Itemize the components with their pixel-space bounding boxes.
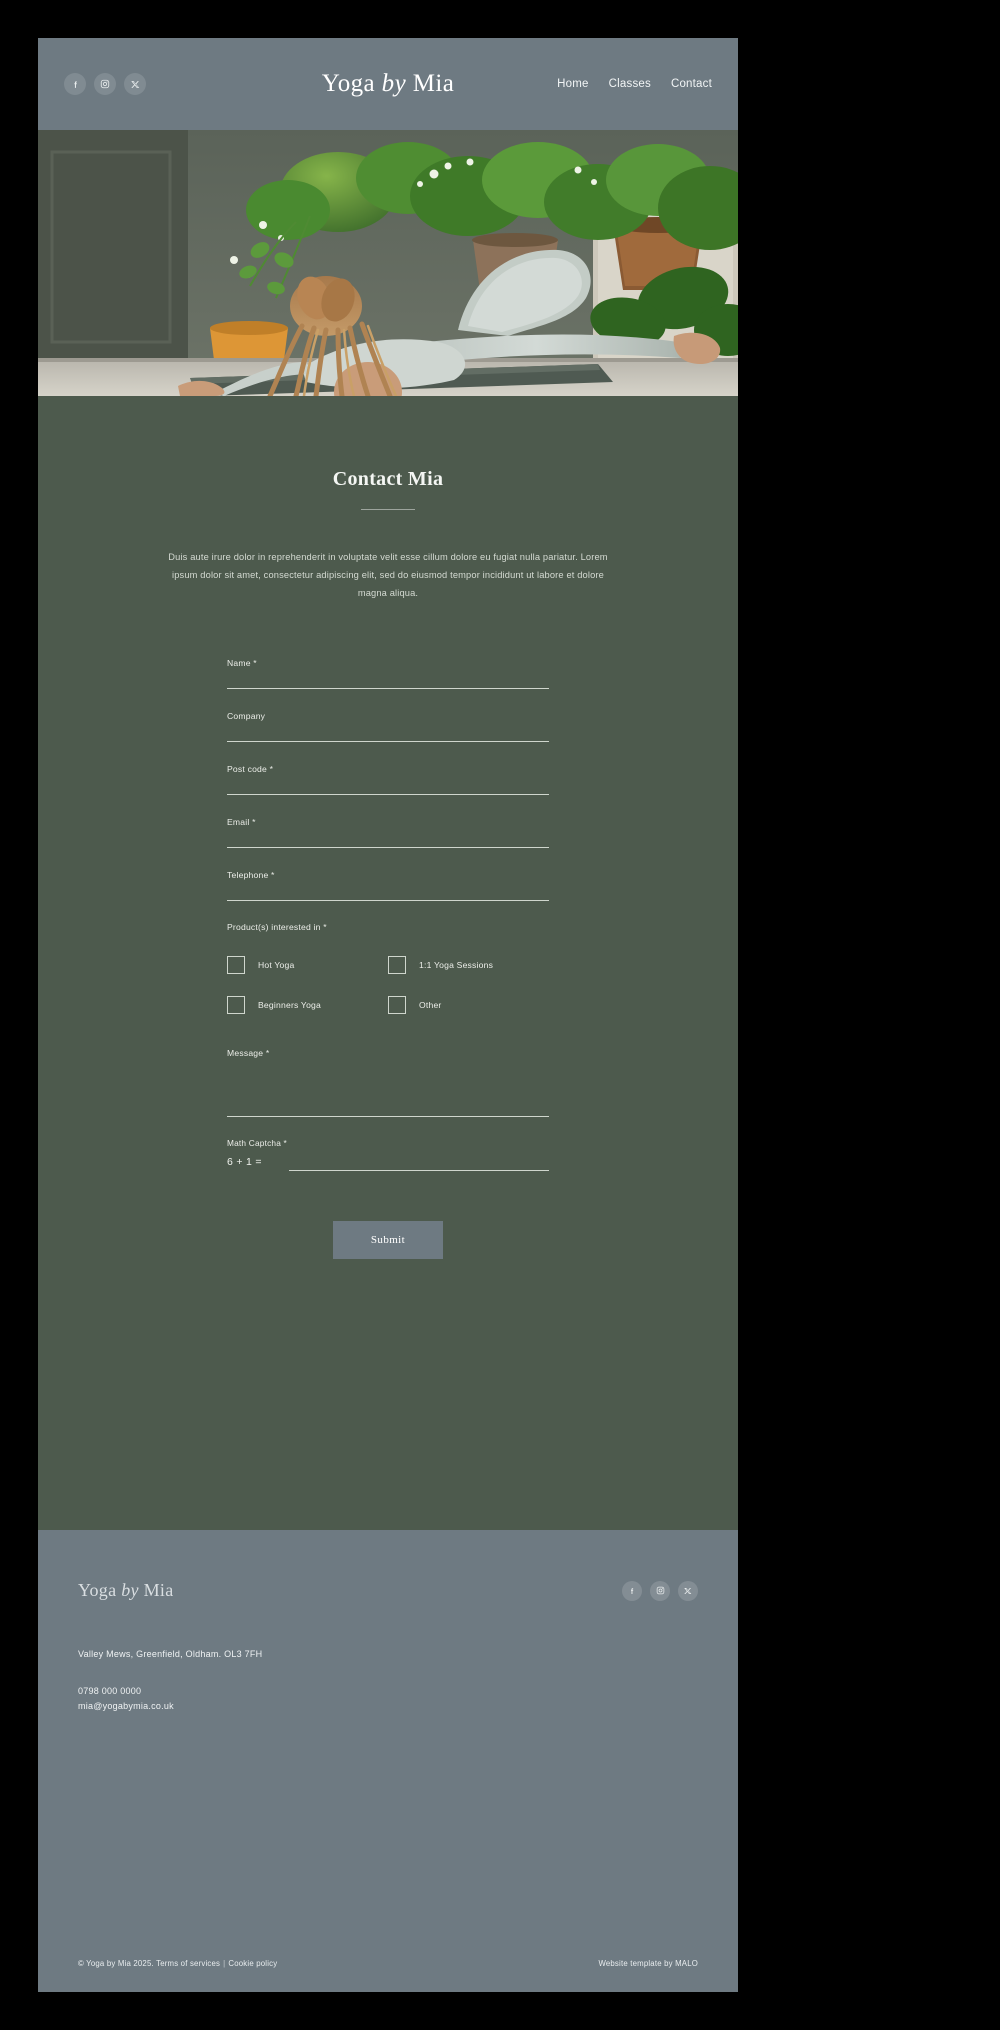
checkbox-box-one-to-one[interactable] — [388, 956, 406, 975]
nav-item-home[interactable]: Home — [557, 78, 588, 90]
checkbox-other[interactable]: Other — [388, 996, 549, 1015]
field-underline-email[interactable] — [227, 847, 549, 849]
footer-phone[interactable]: 0798 000 0000 — [78, 1684, 698, 1699]
main-navigation: Home Classes Contact — [557, 78, 712, 90]
footer-brand: Yoga by Mia — [78, 1580, 174, 1601]
footer-credit[interactable]: Website template by MALO — [598, 1959, 698, 1968]
contact-form: Name * Company Post code * Email * Telep — [227, 658, 549, 1260]
footer-email[interactable]: mia@yogabymia.co.uk — [78, 1699, 698, 1714]
footer-address: Valley Mews, Greenfield, Oldham. OL3 7FH — [78, 1649, 263, 1659]
footer-legal: © Yoga by Mia 2025. Terms of services | Co… — [78, 1959, 277, 1968]
footer-brand-word-1: Yoga — [78, 1580, 117, 1600]
captcha-input-underline[interactable] — [289, 1170, 549, 1172]
field-telephone: Telephone * — [227, 870, 549, 902]
field-label-message: Message * — [227, 1048, 270, 1059]
brand-word-italic: by — [381, 70, 407, 97]
field-label-email: Email * — [227, 817, 256, 828]
checkbox-box-other[interactable] — [388, 996, 406, 1015]
field-label-company: Company — [227, 711, 266, 722]
products-group-label: Product(s) interested in * — [227, 922, 327, 933]
checkbox-label-one-to-one: 1:1 Yoga Sessions — [419, 960, 494, 971]
checkbox-label-beginners-yoga: Beginners Yoga — [258, 1000, 322, 1011]
facebook-icon[interactable] — [64, 73, 86, 95]
footer-copyright-terms[interactable]: © Yoga by Mia 2025. Terms of services — [78, 1959, 220, 1968]
footer-top-row: Yoga by Mia — [38, 1530, 738, 1601]
field-label-captcha: Math Captcha * — [227, 1138, 287, 1149]
field-email: Email * — [227, 817, 549, 849]
submit-container: Submit — [227, 1221, 549, 1260]
hero-image — [38, 130, 738, 396]
field-label-telephone: Telephone * — [227, 870, 275, 881]
field-company: Company — [227, 711, 549, 743]
footer-cookie-policy[interactable]: Cookie policy — [228, 1959, 277, 1968]
field-underline-postcode[interactable] — [227, 794, 549, 796]
x-twitter-icon[interactable] — [124, 73, 146, 95]
field-name: Name * — [227, 658, 549, 690]
facebook-icon[interactable] — [622, 1580, 642, 1601]
footer-separator: | — [223, 1959, 226, 1968]
field-underline-message[interactable] — [227, 1116, 549, 1118]
site-header: Yoga by Mia Home Classes Contact — [38, 38, 738, 130]
brand-word-2: Mia — [412, 70, 455, 97]
checkbox-label-other: Other — [419, 1000, 442, 1011]
products-group: Product(s) interested in * Hot Yoga 1:1 … — [227, 922, 549, 1015]
field-postcode: Post code * — [227, 764, 549, 796]
brand-word-1: Yoga — [321, 70, 376, 97]
field-label-postcode: Post code * — [227, 764, 274, 775]
nav-item-contact[interactable]: Contact — [671, 78, 712, 90]
site-container: Yoga by Mia Home Classes Contact Contact… — [38, 38, 738, 1530]
checkbox-box-hot-yoga[interactable] — [227, 956, 245, 975]
captcha-equation: 6 + 1 = — [227, 1156, 262, 1169]
checkbox-box-beginners-yoga[interactable] — [227, 996, 245, 1015]
nav-item-classes[interactable]: Classes — [609, 78, 651, 90]
intro-paragraph: Duis aute irure dolor in reprehenderit i… — [168, 552, 608, 599]
field-message: Message * — [227, 1048, 549, 1118]
checkbox-one-to-one[interactable]: 1:1 Yoga Sessions — [388, 956, 549, 975]
page-root: Yoga by Mia Home Classes Contact Contact… — [0, 0, 1000, 2030]
footer-social-links — [622, 1580, 698, 1601]
captcha-row: 6 + 1 = — [227, 1156, 549, 1172]
checkbox-hot-yoga[interactable]: Hot Yoga — [227, 956, 388, 975]
header-social-links — [64, 73, 146, 95]
products-checkbox-grid: Hot Yoga 1:1 Yoga Sessions Beginners Yog… — [227, 956, 549, 1015]
footer-bottom-bar: © Yoga by Mia 2025. Terms of services | Co… — [38, 1959, 738, 1968]
footer-brand-word-italic: by — [121, 1580, 139, 1600]
field-captcha: Math Captcha * 6 + 1 = — [227, 1138, 549, 1172]
page-title: Contact Mia — [332, 468, 444, 490]
instagram-icon[interactable] — [650, 1580, 670, 1601]
footer-contact-details: Valley Mews, Greenfield, Oldham. OL3 7FH… — [38, 1601, 738, 1715]
footer-brand-word-2: Mia — [143, 1580, 174, 1600]
field-label-name: Name * — [227, 658, 257, 669]
contact-section: Contact Mia Duis aute irure dolor in rep… — [38, 396, 738, 1316]
x-twitter-icon[interactable] — [678, 1580, 698, 1601]
field-underline-name[interactable] — [227, 688, 549, 690]
field-underline-company[interactable] — [227, 741, 549, 743]
checkbox-label-hot-yoga: Hot Yoga — [258, 960, 295, 971]
title-divider — [361, 509, 415, 510]
field-underline-telephone[interactable] — [227, 900, 549, 902]
checkbox-beginners-yoga[interactable]: Beginners Yoga — [227, 996, 388, 1015]
submit-button[interactable]: Submit — [332, 1221, 444, 1260]
site-footer: Yoga by Mia Valley Mews, Greenfield, Old… — [38, 1530, 738, 1992]
instagram-icon[interactable] — [94, 73, 116, 95]
